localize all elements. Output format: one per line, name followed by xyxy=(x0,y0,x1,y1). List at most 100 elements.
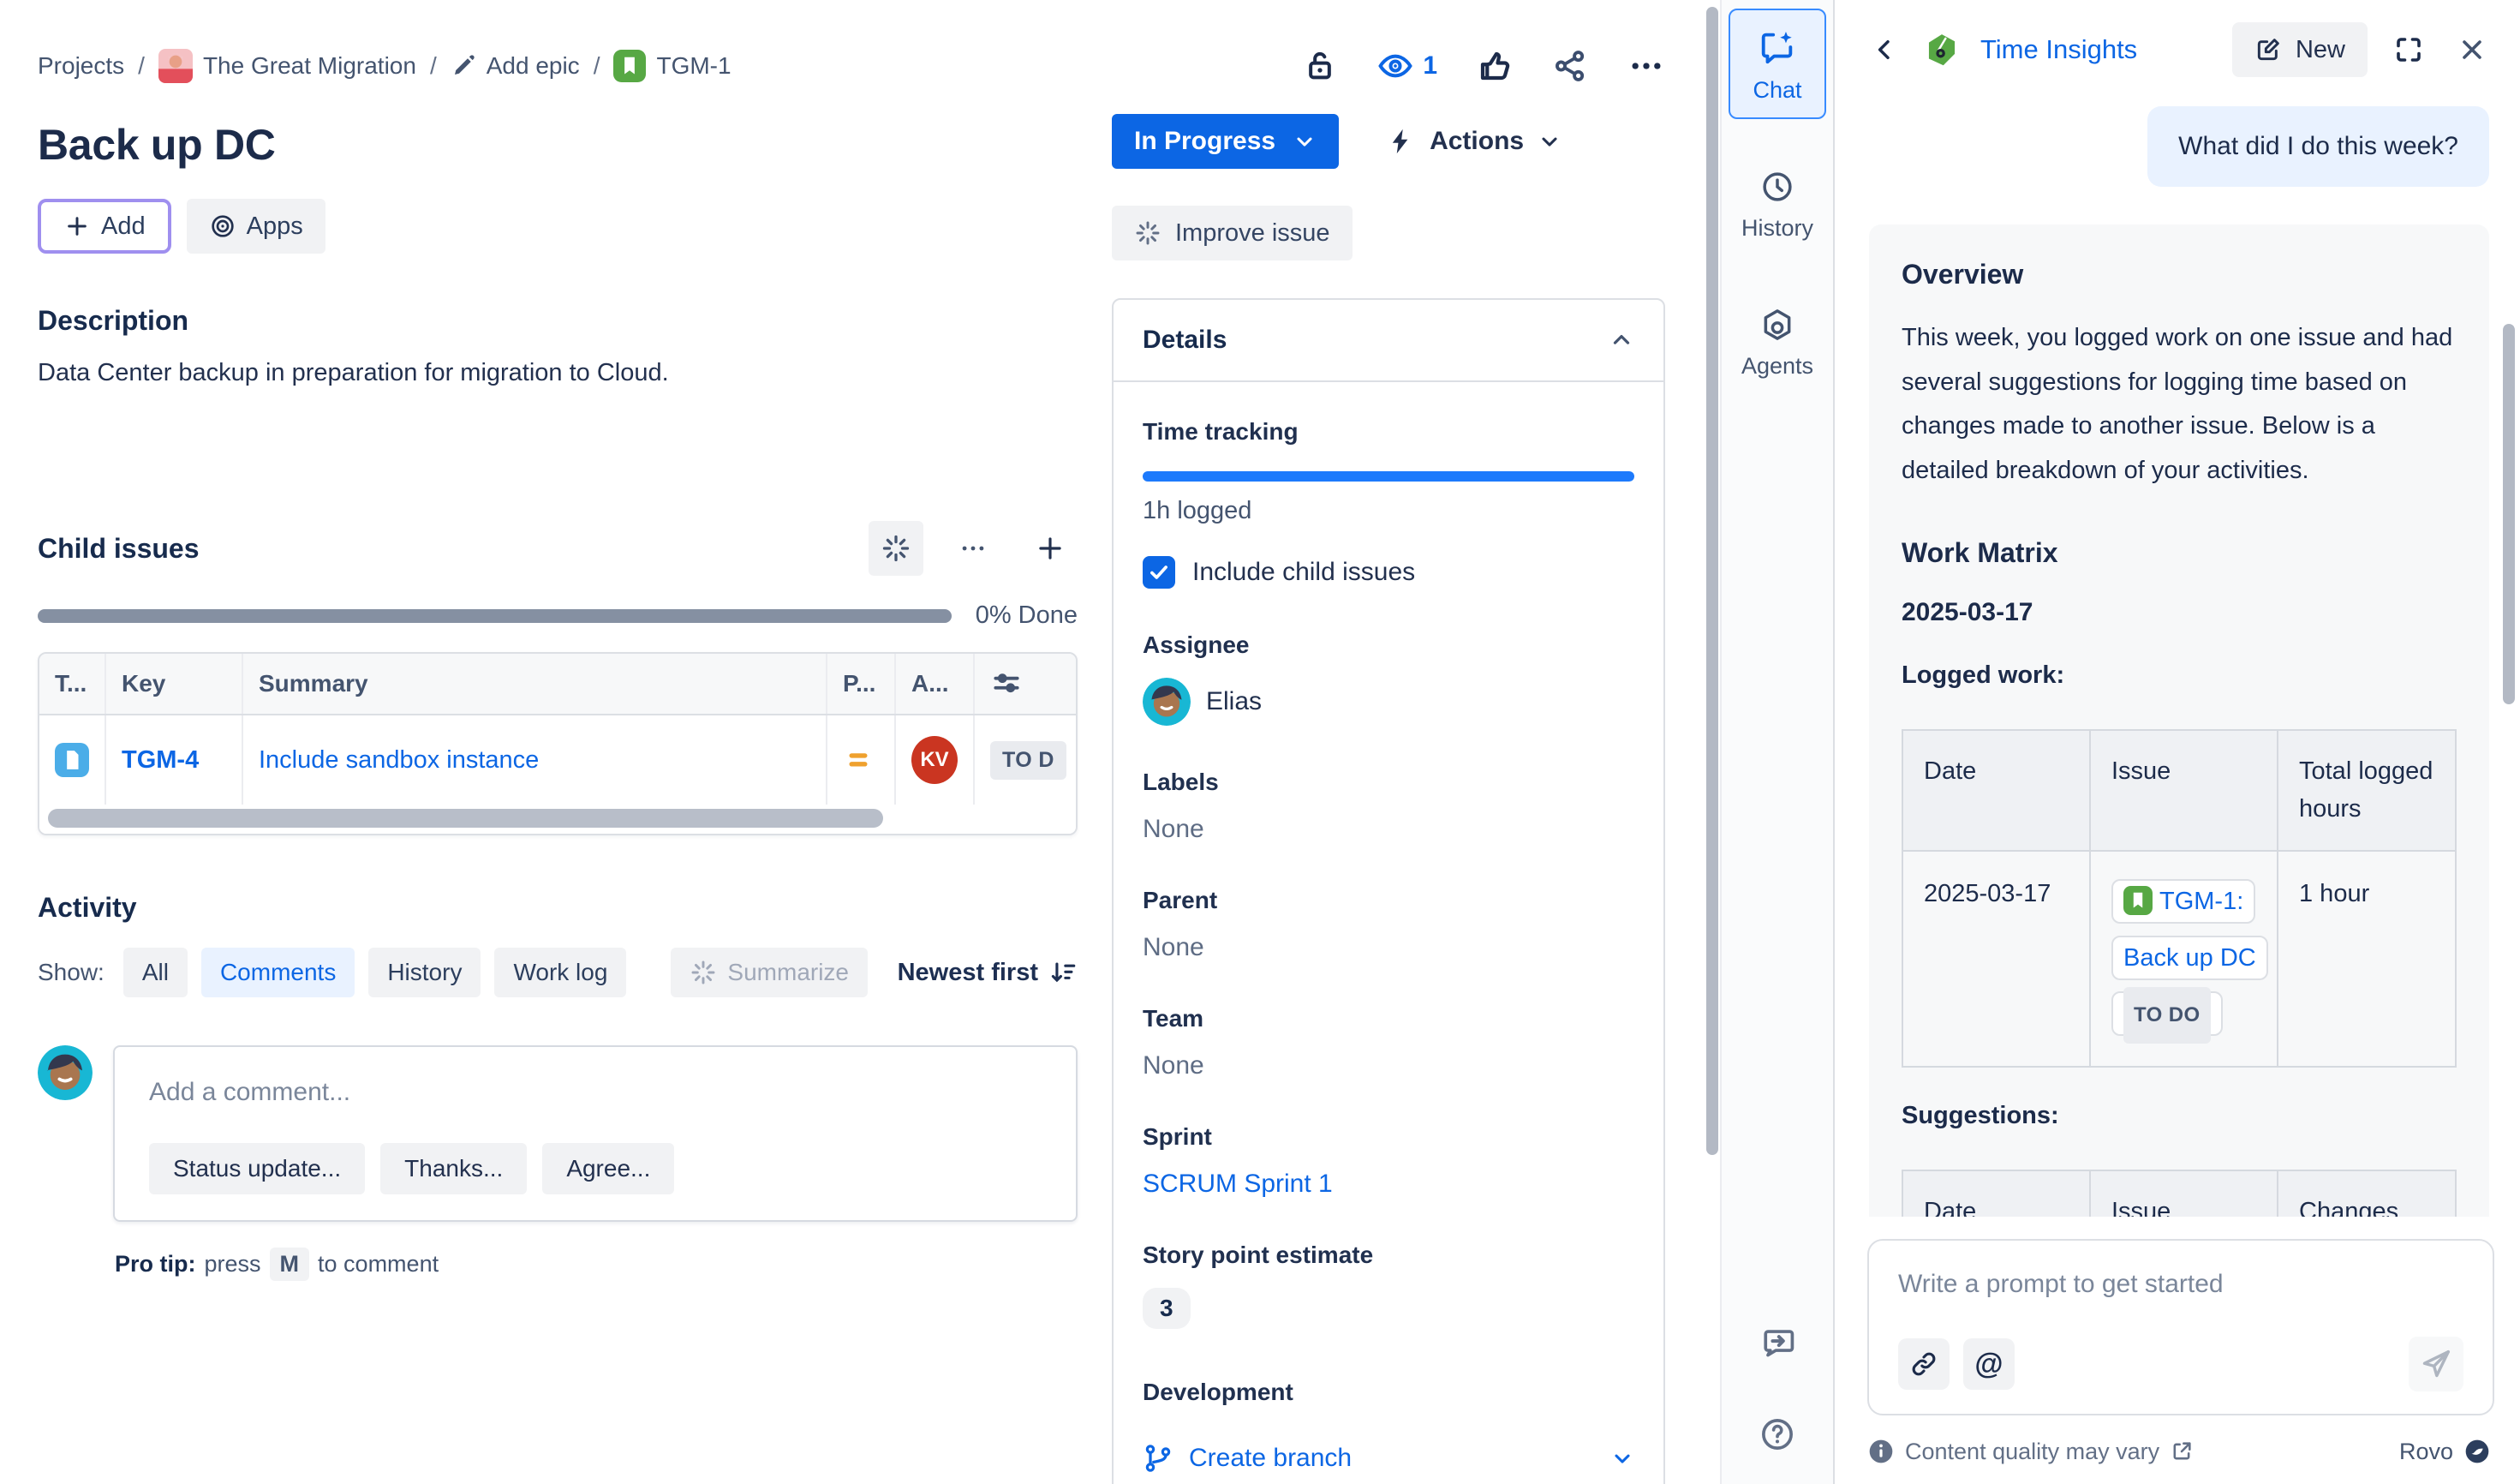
user-message: What did I do this week? xyxy=(2147,106,2489,187)
unlock-icon[interactable] xyxy=(1303,49,1337,83)
rovo-rail: Chat History Agents xyxy=(1722,0,1833,1484)
panel-scrollbar-thumb[interactable] xyxy=(2503,324,2515,704)
chevron-down-icon xyxy=(1610,1446,1634,1470)
checkbox-checked-icon[interactable] xyxy=(1143,556,1175,589)
breadcrumb-project[interactable]: The Great Migration xyxy=(158,49,416,83)
child-issue-row[interactable]: TGM-4 Include sandbox instance KV TO D xyxy=(39,715,1076,805)
help-icon[interactable] xyxy=(1759,1415,1796,1453)
more-icon[interactable] xyxy=(1627,47,1665,85)
main-scrollbar-thumb[interactable] xyxy=(1706,7,1718,1155)
assignee-field: Assignee Elias xyxy=(1143,631,1634,726)
attach-link-icon[interactable] xyxy=(1898,1338,1950,1390)
send-icon[interactable] xyxy=(2409,1337,2463,1391)
time-tracking-bar[interactable] xyxy=(1143,471,1634,482)
filter-comments[interactable]: Comments xyxy=(201,948,355,997)
chevron-up-icon[interactable] xyxy=(1609,327,1634,353)
quick-reply-status-update[interactable]: Status update... xyxy=(149,1143,365,1194)
col-type[interactable]: T... xyxy=(39,654,106,714)
child-issues-ai-button[interactable] xyxy=(869,521,923,576)
child-issue-summary[interactable]: Include sandbox instance xyxy=(259,746,539,775)
issue-title[interactable]: Back up DC xyxy=(38,120,1078,170)
back-icon[interactable] xyxy=(1864,29,1905,70)
include-child-issues-control[interactable]: Include child issues xyxy=(1143,556,1634,589)
like-icon[interactable] xyxy=(1477,48,1513,84)
breadcrumb-issue[interactable]: TGM-1 xyxy=(613,50,731,82)
story-points-value[interactable]: 3 xyxy=(1143,1288,1191,1329)
child-issues-header: Child issues xyxy=(38,521,1078,576)
labels-value[interactable]: None xyxy=(1143,815,1634,844)
improve-issue-button[interactable]: Improve issue xyxy=(1112,206,1353,260)
child-issues-add-button[interactable] xyxy=(1023,521,1078,576)
col-settings[interactable] xyxy=(975,654,1076,714)
task-type-icon xyxy=(39,715,106,805)
quick-reply-thanks[interactable]: Thanks... xyxy=(380,1143,527,1194)
apps-icon xyxy=(209,212,236,240)
suggestions-col-date: Date xyxy=(1902,1170,2090,1217)
team-value[interactable]: None xyxy=(1143,1051,1634,1080)
prompt-input[interactable]: Write a prompt to get started @ xyxy=(1867,1239,2494,1415)
col-priority[interactable]: P... xyxy=(827,654,896,714)
content-quality-link[interactable]: Content quality may vary xyxy=(1867,1438,2194,1465)
create-branch-control[interactable]: Create branch xyxy=(1143,1443,1634,1474)
comment-input[interactable]: Add a comment... Status update... Thanks… xyxy=(113,1045,1078,1222)
breadcrumb-projects[interactable]: Projects xyxy=(38,52,124,80)
summarize-button[interactable]: Summarize xyxy=(671,948,868,997)
chevron-down-icon xyxy=(1538,129,1562,153)
add-button[interactable]: Add xyxy=(38,199,171,254)
parent-value[interactable]: None xyxy=(1143,933,1634,962)
sort-control[interactable]: Newest first xyxy=(898,958,1078,987)
comment-placeholder: Add a comment... xyxy=(149,1078,1042,1107)
progress-label: 0% Done xyxy=(976,601,1078,630)
child-issue-key[interactable]: TGM-4 xyxy=(122,746,199,775)
description-text[interactable]: Data Center backup in preparation for mi… xyxy=(38,359,1078,387)
col-summary[interactable]: Summary xyxy=(243,654,827,714)
share-icon[interactable] xyxy=(1552,48,1588,84)
rail-item-chat[interactable]: Chat xyxy=(1729,9,1826,119)
time-insights-panel: Time Insights New What did I do this wee… xyxy=(1833,0,2520,1484)
new-chat-button[interactable]: New xyxy=(2232,22,2368,77)
sparkle-icon xyxy=(1134,219,1161,247)
filter-history[interactable]: History xyxy=(368,948,481,997)
panel-footer: Content quality may vary Rovo xyxy=(1835,1415,2520,1484)
child-issues-table: T... Key Summary P... A... TGM-4 xyxy=(38,652,1078,835)
child-issues-more-button[interactable] xyxy=(946,521,1000,576)
actions-dropdown[interactable]: Actions xyxy=(1387,127,1562,156)
child-issue-assignee-avatar[interactable]: KV xyxy=(911,736,958,784)
project-avatar xyxy=(158,49,193,83)
feedback-icon[interactable] xyxy=(1759,1323,1796,1361)
new-chat-label: New xyxy=(2296,36,2345,64)
suggestions-col-changes: Changes xyxy=(2278,1170,2456,1217)
mention-icon[interactable]: @ xyxy=(1963,1338,2015,1390)
info-icon xyxy=(1867,1438,1895,1465)
breadcrumb-add-epic[interactable]: Add epic xyxy=(451,52,580,80)
watchers-control[interactable]: 1 xyxy=(1376,47,1437,85)
close-icon[interactable] xyxy=(2450,27,2494,72)
current-user-avatar xyxy=(38,1045,93,1100)
main-content: Projects / The Great Migration / Add epi… xyxy=(0,0,1703,1484)
panel-title[interactable]: Time Insights xyxy=(1980,34,2137,65)
child-issues-progress: 0% Done xyxy=(38,601,1078,630)
col-key[interactable]: Key xyxy=(106,654,243,714)
table-hscrollbar-thumb[interactable] xyxy=(48,809,883,828)
status-dropdown[interactable]: In Progress xyxy=(1112,114,1339,169)
expand-icon[interactable] xyxy=(2386,27,2431,72)
time-logged-value: 1h logged xyxy=(1143,497,1634,525)
issue-header-actions: 1 xyxy=(1303,47,1665,85)
watchers-count: 1 xyxy=(1423,51,1437,81)
filter-worklog[interactable]: Work log xyxy=(494,948,626,997)
issue-link-chip-tgm1[interactable]: TGM-1: Back up DCTO DO xyxy=(2111,879,2268,1036)
filter-all[interactable]: All xyxy=(123,948,188,997)
pro-tip: Pro tip: press M to comment xyxy=(115,1248,1078,1281)
rail-item-history[interactable]: History xyxy=(1729,150,1826,257)
assignee-value[interactable]: Elias xyxy=(1143,678,1634,726)
child-issue-status-badge[interactable]: TO D xyxy=(990,741,1066,780)
sprint-value[interactable]: SCRUM Sprint 1 xyxy=(1143,1170,1634,1199)
rail-item-agents[interactable]: Agents xyxy=(1729,288,1826,395)
jira-issue-view: Projects / The Great Migration / Add epi… xyxy=(0,0,2520,1484)
col-assignee[interactable]: A... xyxy=(896,654,975,714)
quick-replies: Status update... Thanks... Agree... xyxy=(149,1143,1042,1194)
priority-medium-icon[interactable] xyxy=(827,715,896,805)
child-issues-heading: Child issues xyxy=(38,533,200,565)
quick-reply-agree[interactable]: Agree... xyxy=(542,1143,674,1194)
apps-button[interactable]: Apps xyxy=(187,199,325,254)
